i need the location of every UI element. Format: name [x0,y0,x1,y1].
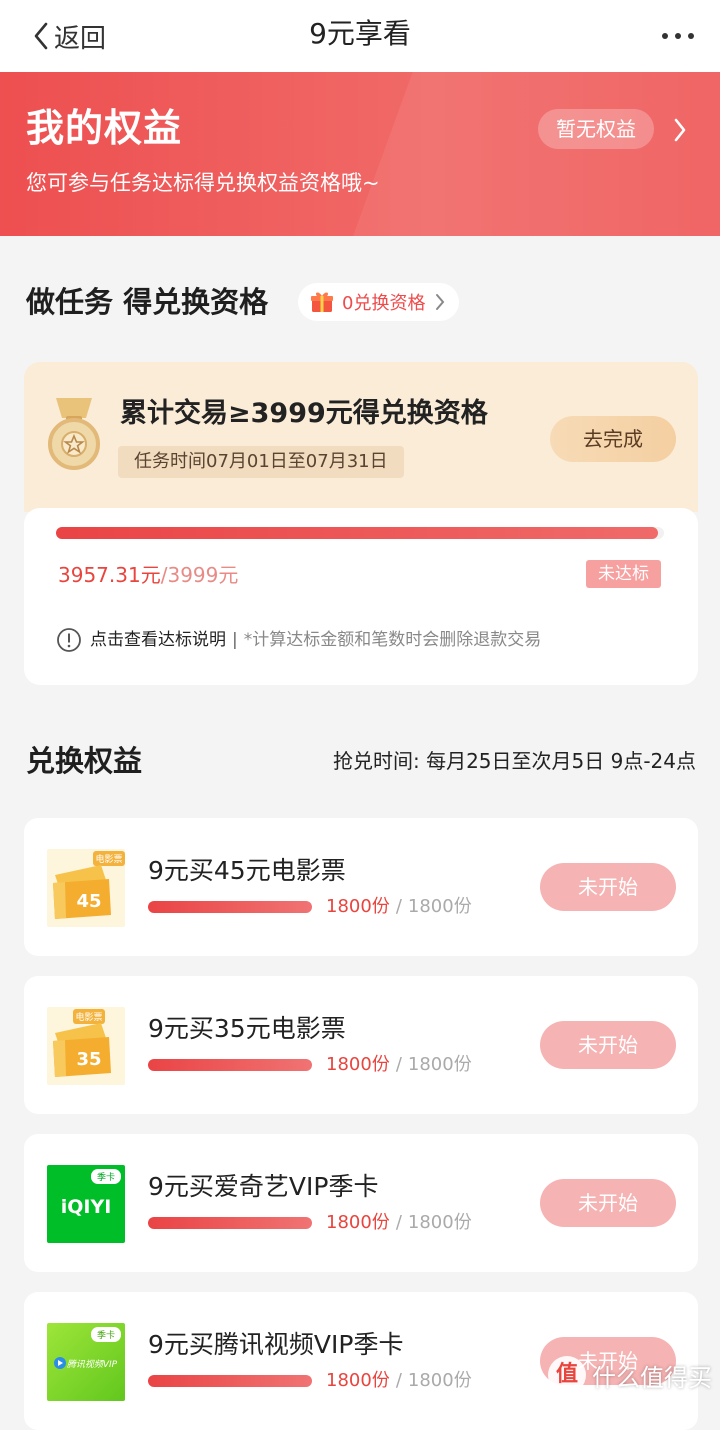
iqiyi-thumbnail: 季卡 iQIYI [47,1165,125,1243]
rules-link[interactable]: 点击查看达标说明 [90,626,226,654]
rights-status-pill[interactable]: 暂无权益 [538,109,654,149]
item-name: 9元买35元电影票 [148,1014,346,1043]
thumb-value: 45 [76,891,101,912]
medal-icon [48,398,100,470]
stock-remaining: 1800份 [326,1370,390,1391]
task-title: 累计交易≥3999元得兑换资格 [120,398,488,429]
exchange-section-title: 兑换权益 [26,744,143,778]
task-card: 累计交易≥3999元得兑换资格 任务时间07月01日至07月31日 去完成 [24,362,698,512]
stock-count: 1800份/1800份 [326,1052,472,1078]
stock-remaining: 1800份 [326,896,390,917]
site-watermark: 值 什么值得买 [548,1356,712,1394]
info-icon[interactable] [56,627,82,653]
thumb-value: 35 [76,1049,101,1070]
banner-subtitle: 您可参与任务达标得兑换权益资格哦~ [26,171,380,195]
info-separator: | [232,630,238,650]
rights-banner: 我的权益 您可参与任务达标得兑换权益资格哦~ 暂无权益 [0,72,720,236]
movie-ticket-icon: 电影票 45 [53,851,125,919]
thumb-tag: 电影票 [75,1011,102,1023]
stock-separator: / [395,896,402,917]
task-progress-text: 3957.31元/3999元 [58,560,238,590]
thumb-tag: 季卡 [97,1171,115,1183]
movie-ticket-icon: 电影票 35 [53,1009,111,1077]
top-nav-bar: 返回 9元享看 [0,0,720,72]
exchange-time: 抢兑时间: 每月25日至次月5日 9点-24点 [333,746,696,776]
progress-current: 3957.31元 [58,563,161,587]
refund-note: *计算达标金额和笔数时会删除退款交易 [243,630,542,650]
more-options-button[interactable] [662,20,694,52]
dot-icon [675,33,681,39]
dot-icon [662,33,668,39]
list-item[interactable]: 电影票 35 9元买35元电影票 1800份/1800份 未开始 [24,976,698,1114]
stock-bar [148,1217,312,1229]
stock-bar [148,1375,312,1387]
watermark-text: 什么值得买 [592,1363,712,1392]
exchange-time-label: 抢兑时间: [332,749,420,773]
thumb-tag: 季卡 [97,1329,115,1341]
stock-bar [148,901,312,913]
stock-total: 1800份 [407,896,472,917]
status-badge: 未达标 [586,560,661,588]
stock-total: 1800份 [407,1370,472,1391]
thumb-tag: 电影票 [95,853,122,865]
not-started-button[interactable]: 未开始 [540,1179,676,1227]
list-item[interactable]: 电影票 45 9元买45元电影票 1800份/1800份 未开始 [24,818,698,956]
stock-count: 1800份/1800份 [326,1368,472,1394]
qualification-count: 0兑换资格 [342,293,426,314]
exchange-time-value: 每月25日至次月5日 9点-24点 [426,749,696,773]
not-started-button[interactable]: 未开始 [540,1021,676,1069]
task-progress-fill [56,527,658,539]
task-progress-card: 3957.31元/3999元 未达标 点击查看达标说明 | *计算达标金额和笔数… [24,508,698,685]
stock-separator: / [395,1054,402,1075]
task-info-row: 点击查看达标说明 | *计算达标金额和笔数时会删除退款交易 [56,626,541,654]
stock-remaining: 1800份 [326,1212,390,1233]
item-name: 9元买45元电影票 [148,856,346,885]
stock-bar [148,1059,312,1071]
task-section-title: 做任务 得兑换资格 [26,285,269,319]
tencent-video-thumbnail: 季卡 腾讯视频VIP [47,1323,125,1401]
gift-icon [311,292,333,312]
chevron-right-icon [436,294,445,310]
page-title: 9元享看 [309,17,411,50]
watermark-logo-icon: 值 [548,1356,586,1394]
stock-separator: / [395,1370,402,1391]
item-name: 9元买爱奇艺VIP季卡 [148,1172,379,1201]
dot-icon [688,33,694,39]
task-time: 任务时间07月01日至07月31日 [118,446,404,478]
banner-decoration [332,72,720,236]
stock-total: 1800份 [407,1212,472,1233]
stock-count: 1800份/1800份 [326,894,472,920]
qualification-pill[interactable]: 0兑换资格 [298,283,460,321]
iqiyi-logo-icon: 季卡 iQIYI [61,1169,121,1218]
thumb-value: iQIYI [61,1196,112,1218]
chevron-right-icon[interactable] [672,116,688,144]
movie-ticket-thumbnail: 电影票 35 [47,1007,125,1085]
stock-count: 1800份/1800份 [326,1210,472,1236]
movie-ticket-thumbnail: 电影票 45 [47,849,125,927]
not-started-button[interactable]: 未开始 [540,863,676,911]
banner-title: 我的权益 [26,106,183,150]
stock-remaining: 1800份 [326,1054,390,1075]
task-progress-bar [56,527,664,539]
item-name: 9元买腾讯视频VIP季卡 [148,1330,404,1359]
stock-total: 1800份 [407,1054,472,1075]
go-complete-button[interactable]: 去完成 [550,416,676,462]
tencent-video-logo-icon: 季卡 腾讯视频VIP [54,1327,121,1370]
list-item[interactable]: 季卡 iQIYI 9元买爱奇艺VIP季卡 1800份/1800份 未开始 [24,1134,698,1272]
thumb-value: 腾讯视频VIP [67,1359,118,1370]
progress-target: 3999元 [167,563,239,587]
stock-separator: / [395,1212,402,1233]
